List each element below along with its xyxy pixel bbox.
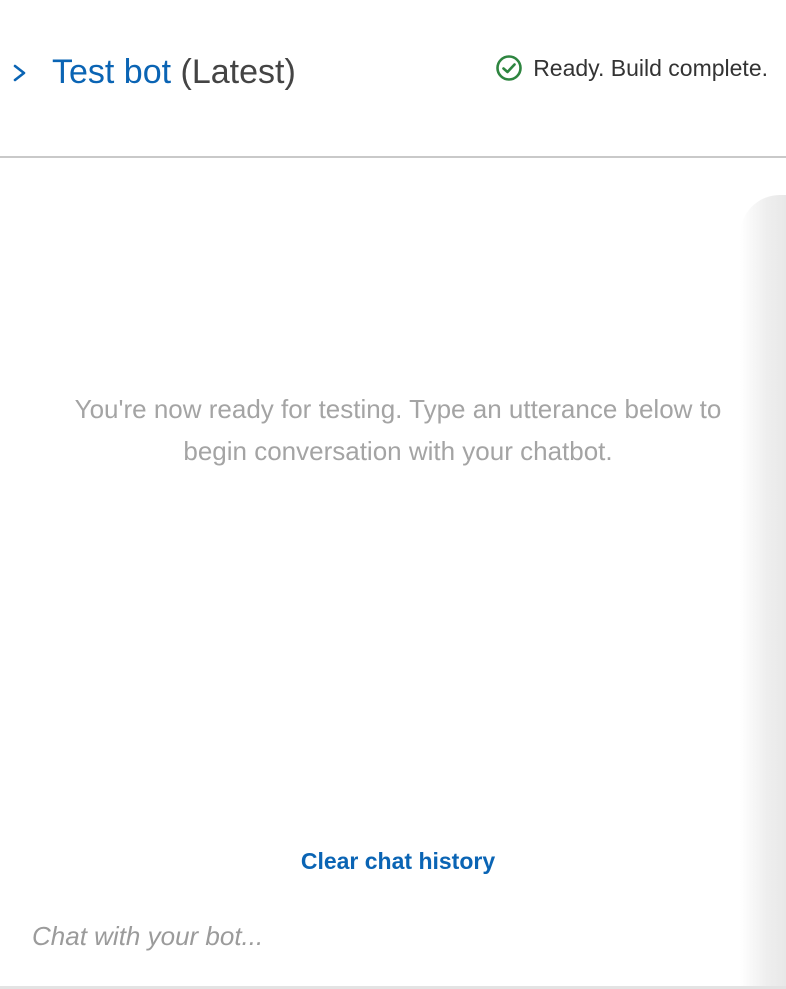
test-bot-panel: Test bot (Latest) Ready. Build complete.… bbox=[0, 0, 786, 989]
panel-title: Test bot (Latest) bbox=[52, 50, 296, 94]
chat-input[interactable] bbox=[20, 910, 720, 962]
panel-header: Test bot (Latest) Ready. Build complete. bbox=[0, 0, 786, 158]
empty-chat-message: You're now ready for testing. Type an ut… bbox=[74, 394, 722, 466]
build-status-text: Ready. Build complete. bbox=[533, 54, 768, 81]
version-label: (Latest) bbox=[180, 53, 296, 91]
test-bot-link[interactable]: Test bot bbox=[52, 53, 171, 91]
clear-chat-history-link[interactable]: Clear chat history bbox=[0, 848, 786, 875]
build-status: Ready. Build complete. bbox=[495, 54, 768, 82]
check-circle-icon bbox=[495, 54, 523, 82]
chevron-right-icon[interactable] bbox=[10, 58, 30, 88]
